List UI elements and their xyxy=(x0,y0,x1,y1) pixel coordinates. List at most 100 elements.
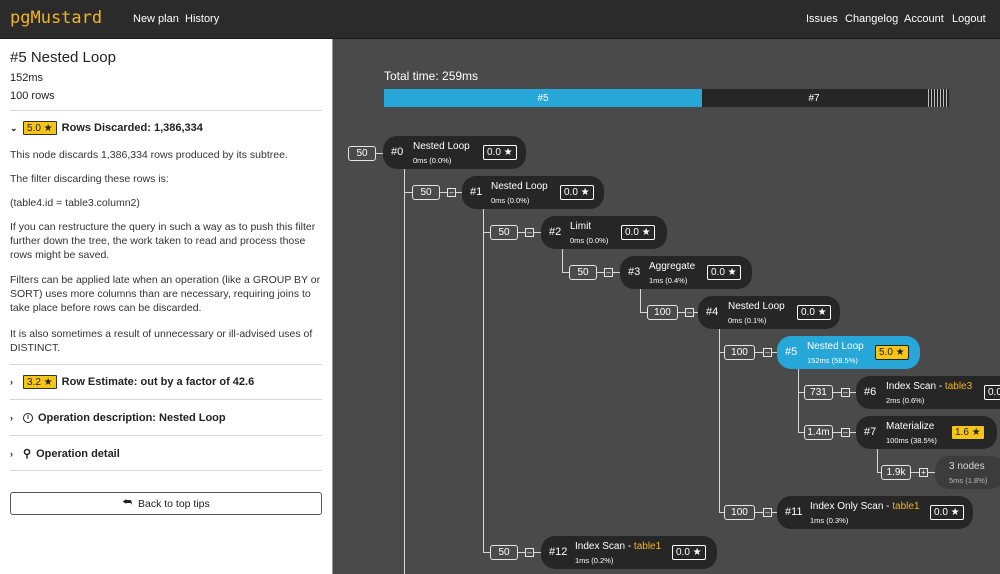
node-score: 0.0 ★ xyxy=(930,505,964,520)
node-rows: 100 rows xyxy=(10,90,55,102)
collapse-toggle[interactable]: – xyxy=(525,548,534,557)
row-count: 100 xyxy=(647,305,678,320)
node-score: 0.0 xyxy=(984,385,1000,400)
plan-node-3[interactable]: #3 Aggregate 1ms (0.4%) 0.0 ★ xyxy=(620,256,752,289)
tree-connector xyxy=(483,232,490,233)
section-label: Rows Discarded: 1,386,334 xyxy=(61,122,203,134)
node-score: 5.0 ★ xyxy=(875,345,909,360)
chevron-right-icon: › xyxy=(10,377,13,387)
plan-node-11[interactable]: #11 Index Only Scan - table1 1ms (0.3%) … xyxy=(777,496,973,529)
node-name: Index Scan - table1 xyxy=(575,541,662,552)
collapse-toggle[interactable]: – xyxy=(525,228,534,237)
collapse-toggle[interactable]: – xyxy=(685,308,694,317)
search-icon: ⚲ xyxy=(23,448,32,460)
node-time: 0ms (0.0%) xyxy=(413,156,452,165)
row-count: 50 xyxy=(490,545,518,560)
back-arrow-icon: ⮪ xyxy=(122,497,132,509)
node-time: 1ms (0.3%) xyxy=(810,516,849,525)
info-icon: i xyxy=(23,413,33,423)
collapsed-nodes-group[interactable]: 3 nodes 5ms (1.8%) xyxy=(935,456,1000,489)
section-operation-description[interactable]: › i Operation description: Nested Loop xyxy=(10,412,226,424)
nav-issues[interactable]: Issues xyxy=(806,13,838,25)
table-name: table3 xyxy=(944,381,973,392)
section-rows-discarded[interactable]: ⌄ 5.0 ★ Rows Discarded: 1,386,334 xyxy=(10,121,203,135)
expand-toggle[interactable]: + xyxy=(919,468,928,477)
table-name: table1 xyxy=(892,501,920,512)
plan-node-12[interactable]: #12 Index Scan - table1 1ms (0.2%) 0.0 ★ xyxy=(541,536,717,569)
nav-account[interactable]: Account xyxy=(904,13,944,25)
node-name: Nested Loop xyxy=(807,341,864,352)
node-id: #4 xyxy=(706,306,719,318)
collapse-toggle[interactable]: – xyxy=(447,188,456,197)
row-count: 100 xyxy=(724,345,755,360)
node-time: 0ms (0.0%) xyxy=(570,236,609,245)
tip-paragraph: It is also sometimes a result of unneces… xyxy=(10,328,313,354)
nav-logout[interactable]: Logout xyxy=(952,13,986,25)
plan-node-1[interactable]: #1 Nested Loop 0ms (0.0%) 0.0 ★ xyxy=(462,176,604,209)
tip-paragraph: This node discards 1,386,334 rows produc… xyxy=(10,149,288,161)
collapse-toggle[interactable]: – xyxy=(604,268,613,277)
plan-node-5-selected[interactable]: #5 Nested Loop 152ms (58.5%) 5.0 ★ xyxy=(777,336,920,369)
node-id: #6 xyxy=(864,386,877,398)
nav-history[interactable]: History xyxy=(185,13,219,25)
nav-changelog[interactable]: Changelog xyxy=(845,13,898,25)
node-name: Aggregate xyxy=(649,261,696,272)
tree-connector xyxy=(404,192,412,193)
chevron-right-icon: › xyxy=(10,448,13,459)
section-label: Operation detail xyxy=(36,447,120,460)
node-time: 1ms (0.2%) xyxy=(575,556,614,565)
node-name: Materialize xyxy=(886,421,935,432)
button-label: Back to top tips xyxy=(137,497,210,510)
divider xyxy=(10,364,322,365)
node-id: #0 xyxy=(391,146,404,158)
row-count: 50 xyxy=(490,225,518,240)
section-row-estimate[interactable]: › 3.2 ★ Row Estimate: out by a factor of… xyxy=(10,375,254,389)
node-score: 0.0 ★ xyxy=(672,545,706,560)
node-score: 0.0 ★ xyxy=(560,185,594,200)
tree-connector xyxy=(404,153,405,574)
collapse-toggle[interactable]: – xyxy=(763,348,772,357)
section-operation-detail[interactable]: › ⚲ Operation detail xyxy=(10,447,120,461)
divider xyxy=(10,110,322,111)
back-to-top-tips-button[interactable]: ⮪ Back to top tips xyxy=(10,492,322,515)
tip-paragraph: Filters can be applied late when an oper… xyxy=(10,274,321,314)
plan-node-2[interactable]: #2 Limit 0ms (0.0%) 0.0 ★ xyxy=(541,216,667,249)
node-id: #3 xyxy=(628,266,641,278)
top-nav-bar: pgMustard New plan History Issues Change… xyxy=(0,0,1000,39)
node-name: Index Scan - table3 xyxy=(886,381,973,392)
plan-node-0[interactable]: #0 Nested Loop 0ms (0.0%) 0.0 ★ xyxy=(383,136,526,169)
node-id: #5 xyxy=(785,346,798,358)
collapse-toggle[interactable]: – xyxy=(841,388,850,397)
node-time: 100ms (38.5%) xyxy=(886,436,937,445)
node-time: 0ms (0.0%) xyxy=(491,196,530,205)
filter-expression: (table4.id = table3.column2) xyxy=(10,197,140,209)
page-title: #5 Nested Loop xyxy=(10,49,116,66)
node-score: 0.0 ★ xyxy=(707,265,741,280)
collapse-toggle[interactable]: – xyxy=(763,508,772,517)
tip-paragraph: If you can restructure the query in such… xyxy=(10,221,316,261)
row-count: 50 xyxy=(569,265,597,280)
node-time: 5ms (1.8%) xyxy=(949,476,988,485)
nav-new-plan[interactable]: New plan xyxy=(133,13,179,25)
node-name: Index Only Scan - table1 xyxy=(810,501,920,512)
node-id: #11 xyxy=(785,506,803,518)
row-count: 1.9k xyxy=(881,465,911,480)
table-name: table1 xyxy=(633,541,662,552)
plan-node-6[interactable]: #6 Index Scan - table3 2ms (0.6%) 0.0 xyxy=(856,376,1000,409)
plan-tree: 50 50 50 50 100 100 731 1.4m 1.9k 100 50… xyxy=(334,39,1000,574)
plan-node-4[interactable]: #4 Nested Loop 0ms (0.1%) 0.0 ★ xyxy=(698,296,840,329)
node-name: Nested Loop xyxy=(413,141,470,152)
node-time: 2ms (0.6%) xyxy=(886,396,925,405)
score-badge: 3.2 ★ xyxy=(23,375,57,389)
collapse-toggle[interactable]: – xyxy=(841,428,850,437)
row-count: 100 xyxy=(724,505,755,520)
divider xyxy=(10,470,322,471)
plan-node-7[interactable]: #7 Materialize 100ms (38.5%) 1.6 ★ xyxy=(856,416,997,449)
row-count: 1.4m xyxy=(804,425,833,440)
node-time: 152ms xyxy=(10,72,44,84)
row-count: 50 xyxy=(412,185,440,200)
node-id: #12 xyxy=(549,546,568,558)
node-name: Limit xyxy=(570,221,592,232)
node-score: 0.0 ★ xyxy=(621,225,655,240)
app-logo[interactable]: pgMustard xyxy=(10,8,102,28)
